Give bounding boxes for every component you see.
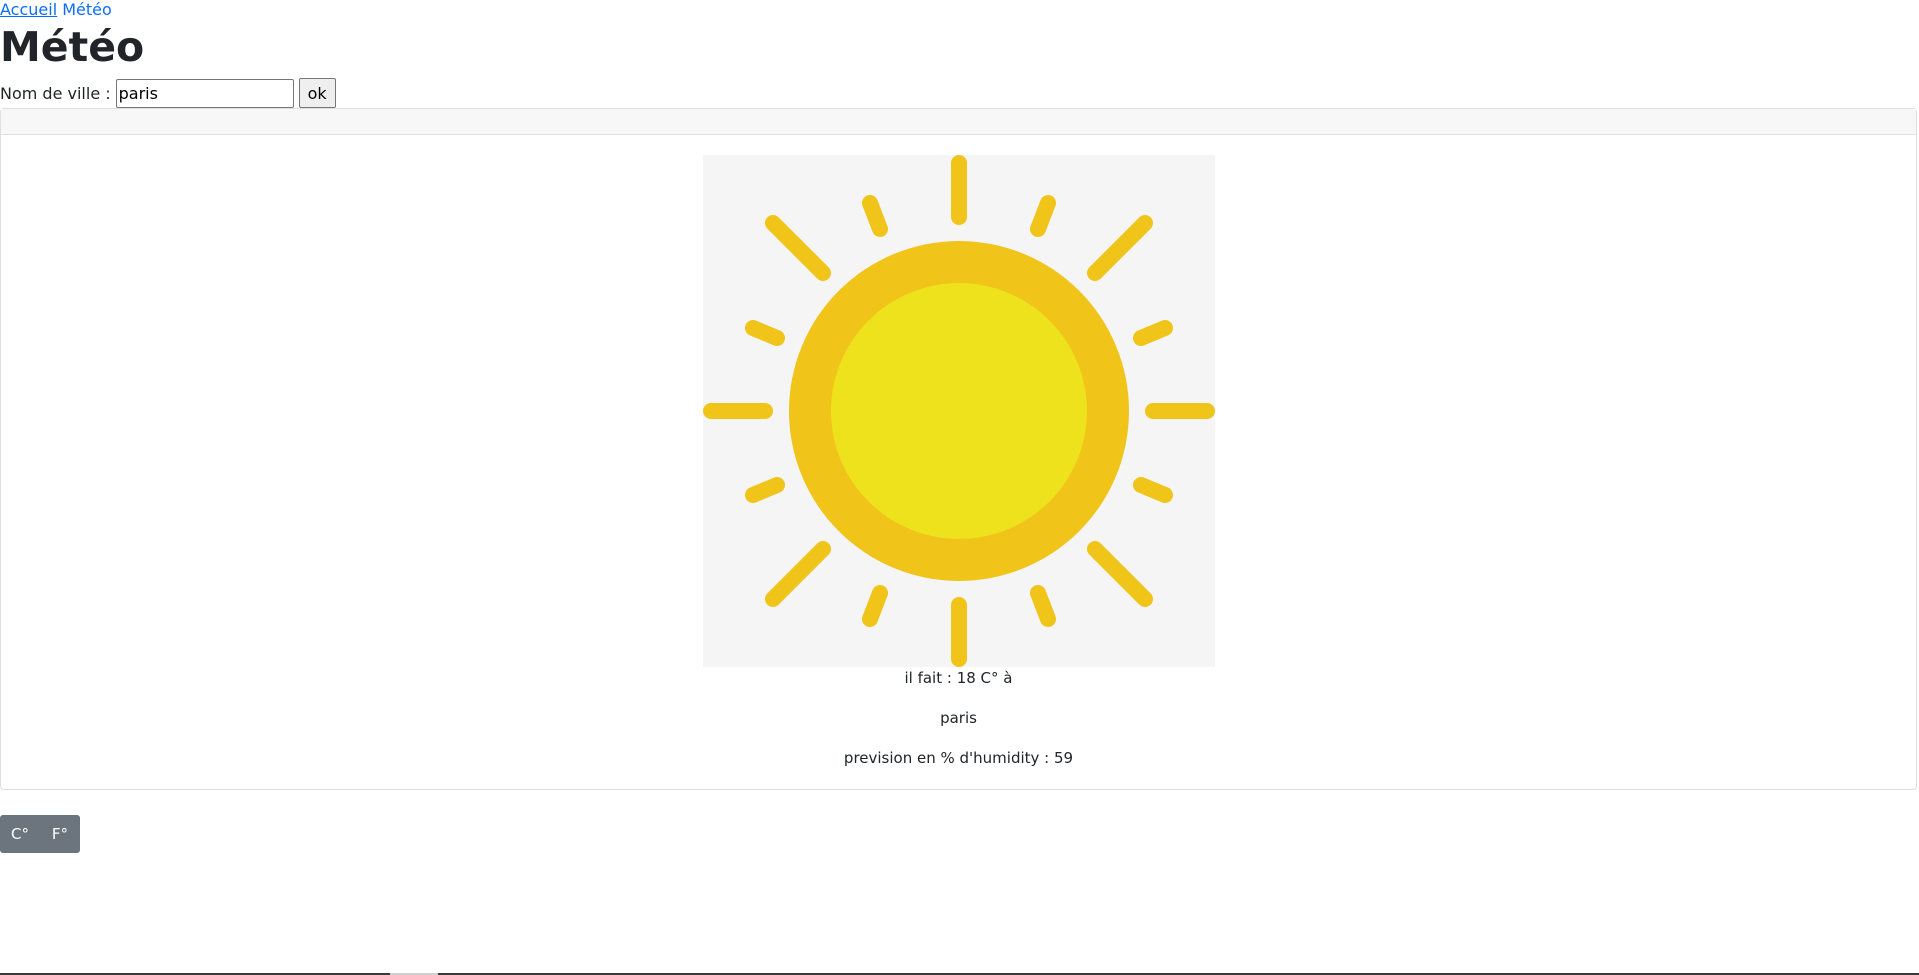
nav-link-home[interactable]: Accueil	[0, 0, 57, 19]
city-name-input[interactable]	[115, 78, 294, 108]
nav-link-meteo[interactable]: Météo	[62, 0, 112, 19]
city-name-label: Nom de ville :	[0, 83, 111, 103]
sun-icon-graphic	[703, 155, 1215, 667]
page-title: Météo	[0, 23, 145, 71]
fahrenheit-button[interactable]: F°	[40, 815, 80, 853]
celsius-button[interactable]: C°	[0, 815, 40, 853]
submit-button[interactable]: ok	[298, 78, 336, 108]
temperature-text: il fait : 18 C° à	[904, 669, 1013, 687]
sun-icon	[703, 155, 1215, 667]
sun-inner-disc	[831, 283, 1087, 539]
city-name-text: paris	[940, 709, 977, 727]
city-search-form: Nom de ville : ok	[0, 77, 336, 109]
weather-card-header	[1, 109, 1916, 135]
weather-card: il fait : 18 C° à paris prevision en % d…	[0, 108, 1917, 790]
humidity-text: prevision en % d'humidity : 59	[843, 749, 1074, 767]
unit-toggle-group: C° F°	[0, 815, 80, 853]
breadcrumb: Accueil Météo	[0, 0, 112, 20]
